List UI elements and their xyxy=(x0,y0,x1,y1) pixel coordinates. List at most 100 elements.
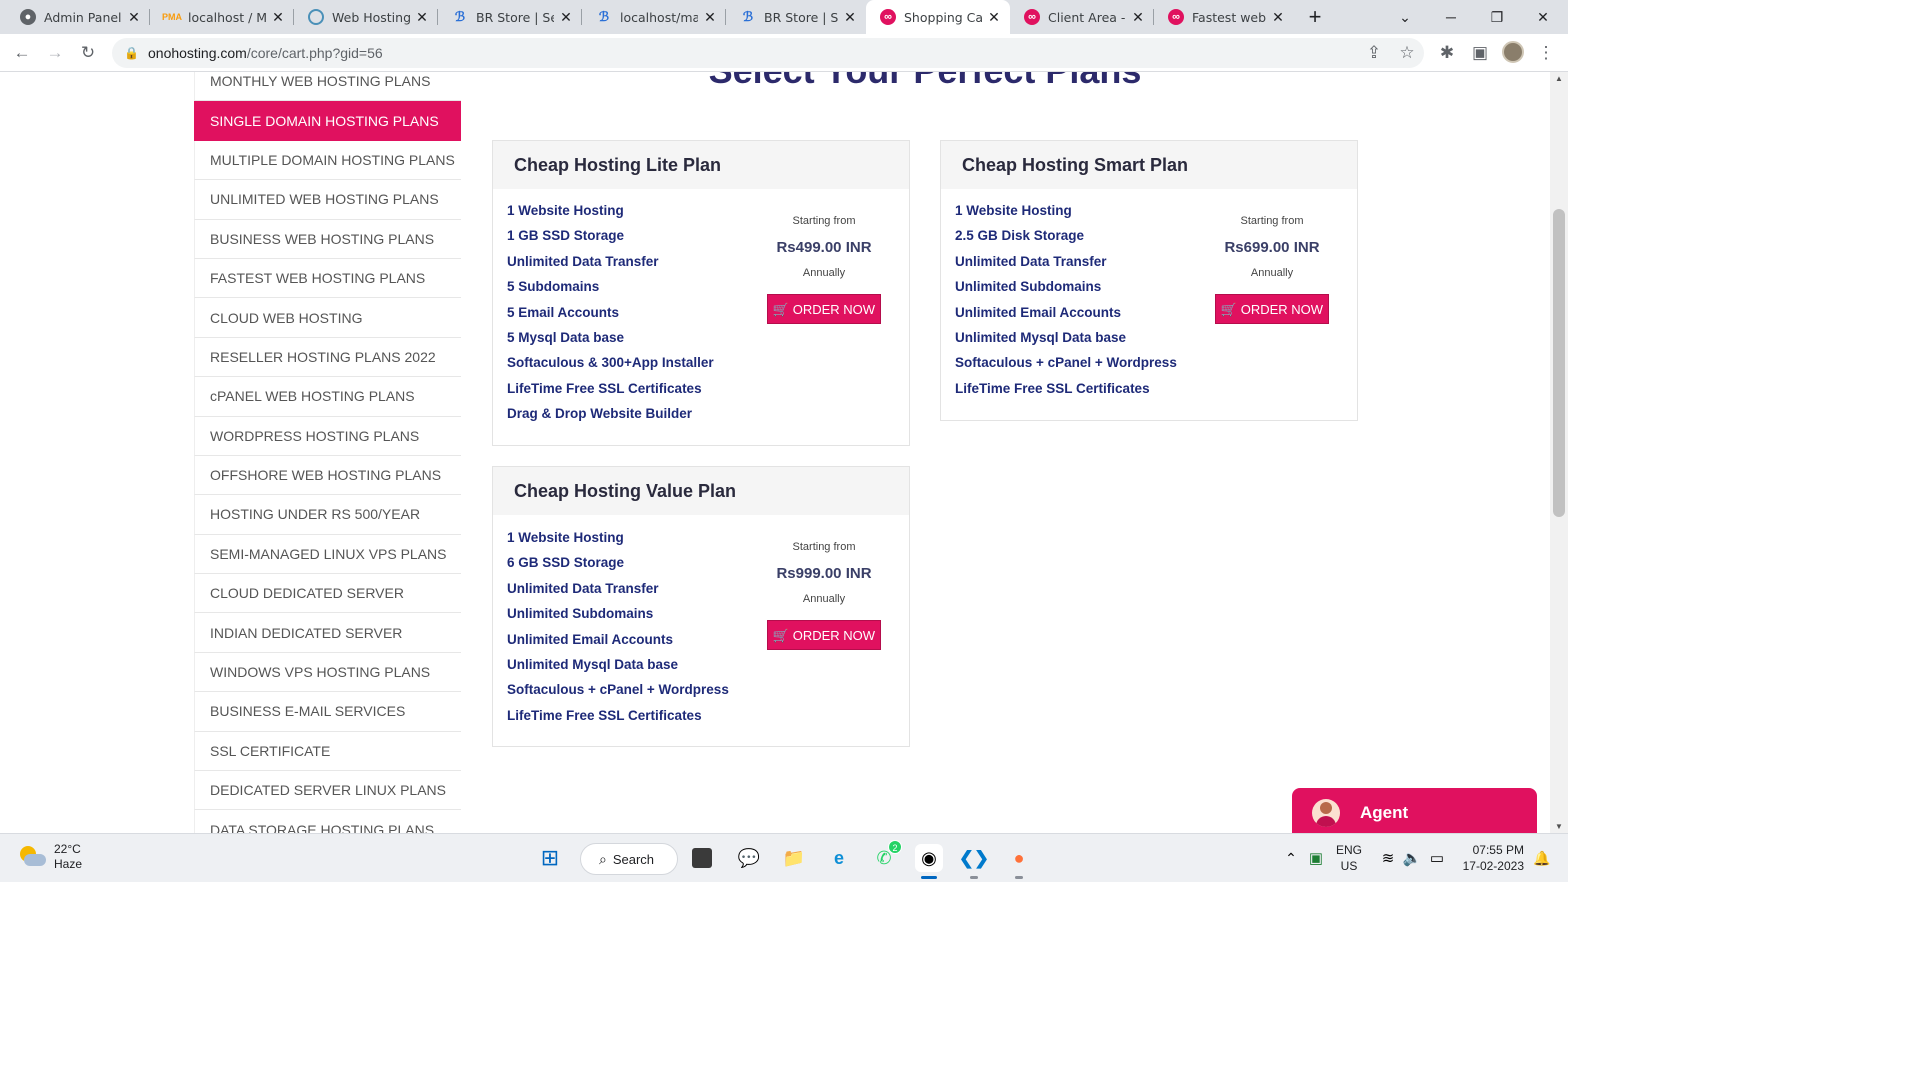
sidebar-item-semi-managed-vps[interactable]: SEMI-MANAGED LINUX VPS PLANS xyxy=(194,534,461,575)
battery-icon[interactable]: ▭ xyxy=(1423,844,1451,872)
sidebar-item-multiple-domain[interactable]: MULTIPLE DOMAIN HOSTING PLANS xyxy=(194,140,461,181)
close-tab-icon[interactable]: ✕ xyxy=(414,9,430,26)
tab-title: Admin Panel | xyxy=(44,9,122,25)
tab-web-hosting[interactable]: Web Hosting ✕ xyxy=(294,0,438,34)
plan-features: 1 Website Hosting 2.5 GB Disk Storage Un… xyxy=(955,203,1177,406)
show-hidden-icons-chevron[interactable]: ⌃ xyxy=(1277,844,1305,872)
close-tab-icon[interactable]: ✕ xyxy=(702,9,718,26)
chrome-icon[interactable]: ◉ xyxy=(915,844,943,879)
sidebar-item-under-500[interactable]: HOSTING UNDER RS 500/YEAR xyxy=(194,495,461,535)
plan-feature: Unlimited Subdomains xyxy=(955,279,1102,295)
sidebar-item-data-storage[interactable]: DATA STORAGE HOSTING PLANS xyxy=(194,810,461,833)
share-icon[interactable]: ⇪ xyxy=(1360,39,1388,67)
forward-arrow-icon[interactable]: → xyxy=(41,39,69,67)
category-sidebar: MONTHLY WEB HOSTING PLANS SINGLE DOMAIN … xyxy=(194,72,461,833)
close-tab-icon[interactable]: ✕ xyxy=(1130,9,1146,26)
order-now-button[interactable]: 🛒 ORDER NOW xyxy=(767,620,881,650)
tab-search-chevron-icon[interactable]: ⌄ xyxy=(1382,0,1428,34)
file-explorer-icon[interactable]: 📁 xyxy=(780,844,808,872)
profile-avatar[interactable] xyxy=(1502,41,1524,63)
tray-app-icon[interactable]: ▣ xyxy=(1302,844,1330,872)
plan-feature: 2.5 GB Disk Storage xyxy=(955,228,1085,244)
plan-price: Rs999.00 INR xyxy=(776,565,872,582)
tab-br-store-2[interactable]: ℬ BR Store | Selli ✕ xyxy=(726,0,866,34)
clock[interactable]: 07:55 PM 17-02-2023 xyxy=(1458,842,1524,874)
sidebar-item-indian-dedicated[interactable]: INDIAN DEDICATED SERVER xyxy=(194,613,461,653)
lock-icon[interactable]: 🔒 xyxy=(124,46,139,60)
close-tab-icon[interactable]: ✕ xyxy=(558,9,574,26)
volume-icon[interactable]: 🔈 xyxy=(1398,844,1426,872)
sidebar-item-unlimited[interactable]: UNLIMITED WEB HOSTING PLANS xyxy=(194,180,461,220)
back-arrow-icon[interactable]: ← xyxy=(8,39,36,67)
minimize-icon[interactable]: ─ xyxy=(1428,0,1474,34)
sidebar-item-cloud-dedicated[interactable]: CLOUD DEDICATED SERVER xyxy=(194,574,461,614)
plan-feature: 5 Email Accounts xyxy=(507,304,620,320)
scrollbar-thumb[interactable] xyxy=(1553,209,1565,517)
sidebar-item-cpanel[interactable]: cPANEL WEB HOSTING PLANS xyxy=(194,377,461,417)
lang-bottom: US xyxy=(1340,859,1358,873)
task-view-icon[interactable] xyxy=(692,848,712,868)
browser-toolbar: ← → ↻ 🔒 onohosting.com/core/cart.php?gid… xyxy=(0,34,1568,72)
tab-admin-panel[interactable]: ● Admin Panel | ✕ xyxy=(6,0,150,34)
close-tab-icon[interactable]: ✕ xyxy=(1270,9,1286,26)
teams-chat-icon[interactable]: 💬 xyxy=(735,844,763,872)
plan-pricing: Starting from Rs499.00 INR Annually 🛒 OR… xyxy=(751,215,897,324)
reload-icon[interactable]: ↻ xyxy=(74,39,102,67)
tab-localhost-man[interactable]: ℬ localhost/man ✕ xyxy=(582,0,726,34)
weather-widget[interactable]: 22°C Haze xyxy=(18,842,82,872)
tab-localhost-phpmyadmin[interactable]: PMA localhost / My ✕ xyxy=(150,0,294,34)
sidebar-item-reseller[interactable]: RESELLER HOSTING PLANS 2022 xyxy=(194,337,461,378)
sidebar-item-single-domain[interactable]: SINGLE DOMAIN HOSTING PLANS xyxy=(194,101,461,141)
scroll-up-arrow-icon[interactable]: ▲ xyxy=(1550,74,1568,83)
extensions-puzzle-icon[interactable]: ✱ xyxy=(1433,39,1461,67)
address-bar[interactable]: 🔒 onohosting.com/core/cart.php?gid=56 xyxy=(112,38,1424,68)
sidebar-item-offshore[interactable]: OFFSHORE WEB HOSTING PLANS xyxy=(194,455,461,496)
tab-title: BR Store | Selli xyxy=(476,9,554,25)
bookmark-star-icon[interactable]: ☆ xyxy=(1393,39,1421,67)
close-tab-icon[interactable]: ✕ xyxy=(986,9,1002,26)
tab-shopping-cart[interactable]: ∞ Shopping Cart ✕ xyxy=(866,0,1010,34)
sidebar-item-windows-vps[interactable]: WINDOWS VPS HOSTING PLANS xyxy=(194,652,461,693)
close-tab-icon[interactable]: ✕ xyxy=(270,9,286,26)
firefox-icon[interactable]: ● xyxy=(1005,844,1033,879)
tab-title: Fastest web h xyxy=(1192,9,1266,25)
chat-agent-button[interactable]: Agent xyxy=(1292,788,1537,833)
tab-client-area[interactable]: ∞ Client Area - C ✕ xyxy=(1010,0,1154,34)
plan-features: 1 Website Hosting 1 GB SSD Storage Unlim… xyxy=(507,203,714,432)
sidebar-item-fastest[interactable]: FASTEST WEB HOSTING PLANS xyxy=(194,258,461,299)
order-now-button[interactable]: 🛒 ORDER NOW xyxy=(767,294,881,324)
tab-br-store-1[interactable]: ℬ BR Store | Selli ✕ xyxy=(438,0,582,34)
clock-date: 17-02-2023 xyxy=(1462,859,1524,873)
cart-icon: 🛒 xyxy=(772,628,790,643)
close-tab-icon[interactable]: ✕ xyxy=(126,9,142,26)
restore-icon[interactable]: ❐ xyxy=(1474,0,1520,34)
language-indicator[interactable]: ENG US xyxy=(1336,842,1362,874)
page-scrollbar[interactable]: ▲ ▼ xyxy=(1550,72,1568,833)
tab-fastest-web-hosting[interactable]: ∞ Fastest web h ✕ xyxy=(1154,0,1294,34)
clock-time: 07:55 PM xyxy=(1472,843,1524,857)
side-panel-icon[interactable]: ▣ xyxy=(1466,39,1494,67)
sidebar-item-cloud[interactable]: CLOUD WEB HOSTING xyxy=(194,298,461,338)
vscode-icon[interactable]: ❮❯ xyxy=(959,844,989,879)
sidebar-item-monthly[interactable]: MONTHLY WEB HOSTING PLANS xyxy=(194,72,461,102)
whatsapp-icon[interactable]: ✆ 2 xyxy=(870,840,902,872)
sidebar-item-ssl[interactable]: SSL CERTIFICATE xyxy=(194,731,461,772)
plan-pricing: Starting from Rs999.00 INR Annually 🛒 OR… xyxy=(751,541,897,650)
sidebar-item-business-email[interactable]: BUSINESS E-MAIL SERVICES xyxy=(194,692,461,732)
windows-start-icon[interactable]: ⊞ xyxy=(536,844,564,872)
edge-browser-icon[interactable]: e xyxy=(825,844,853,872)
taskbar-search[interactable]: ⌕ Search xyxy=(580,843,678,875)
tab-title: localhost/man xyxy=(620,9,698,25)
scroll-down-arrow-icon[interactable]: ▼ xyxy=(1550,822,1568,831)
menu-kebab-icon[interactable]: ⋮ xyxy=(1532,39,1560,67)
plan-feature: 1 Website Hosting xyxy=(507,530,624,545)
sidebar-item-dedicated-linux[interactable]: DEDICATED SERVER LINUX PLANS xyxy=(194,771,461,811)
close-window-icon[interactable]: ✕ xyxy=(1520,0,1566,34)
close-tab-icon[interactable]: ✕ xyxy=(842,9,858,26)
billing-cycle: Annually xyxy=(802,593,846,605)
sidebar-item-business[interactable]: BUSINESS WEB HOSTING PLANS xyxy=(194,219,461,259)
sidebar-item-wordpress[interactable]: WORDPRESS HOSTING PLANS xyxy=(194,416,461,456)
new-tab-plus-icon[interactable]: + xyxy=(1302,4,1328,30)
notification-bell-icon[interactable]: 🔔 xyxy=(1528,844,1556,872)
order-now-button[interactable]: 🛒 ORDER NOW xyxy=(1215,294,1329,324)
